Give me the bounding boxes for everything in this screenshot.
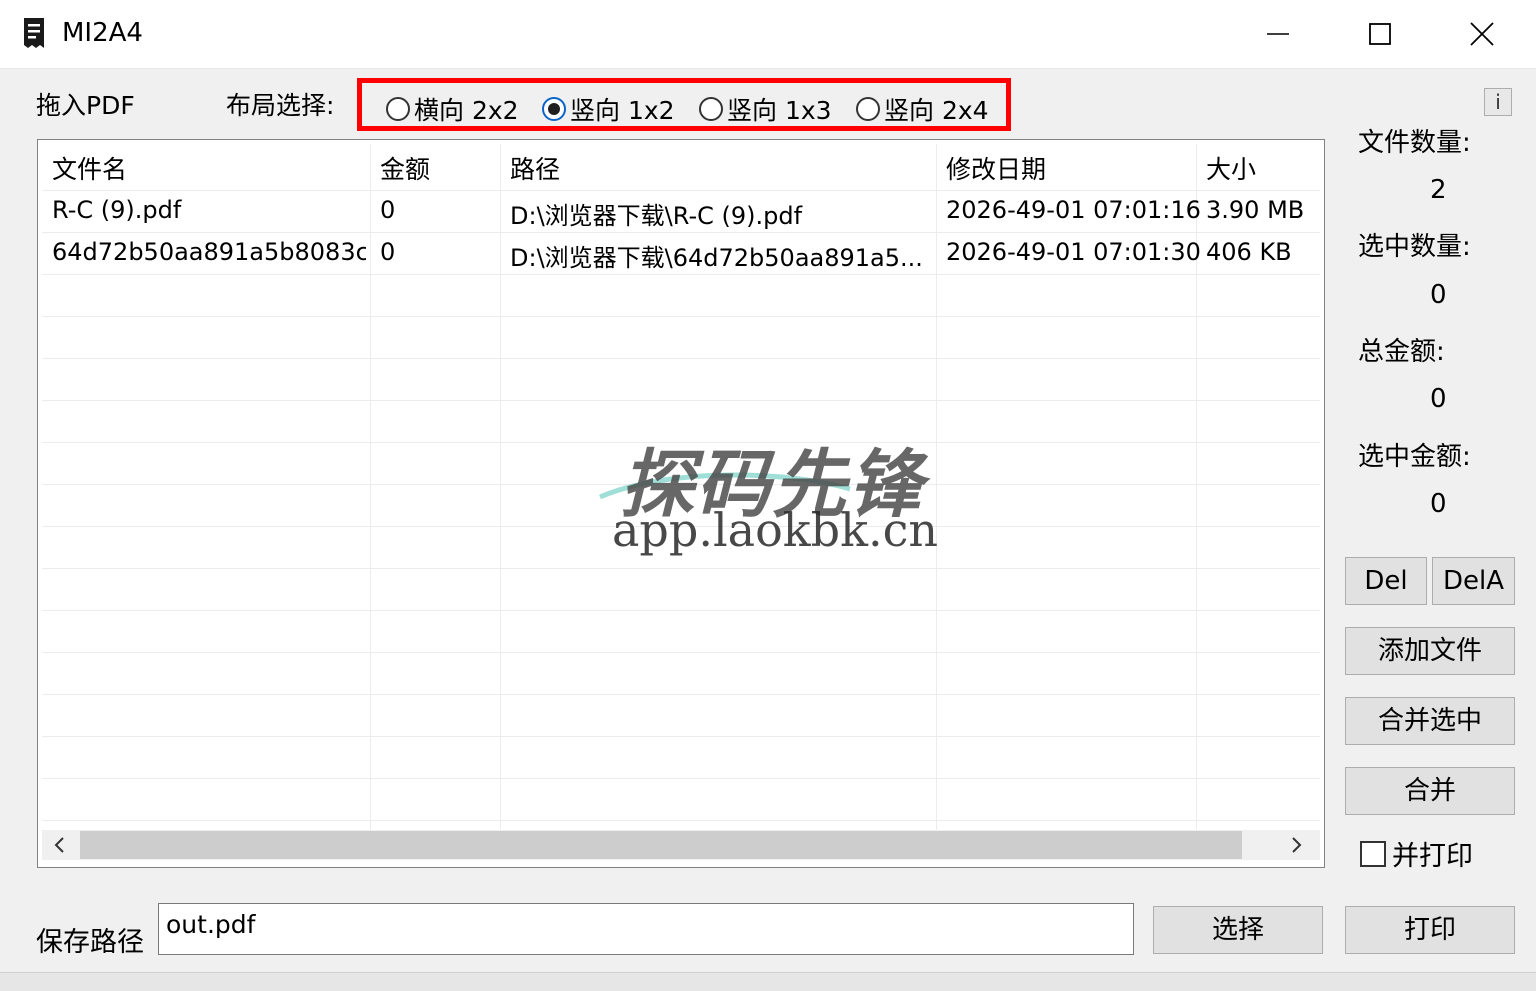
column-divider[interactable] xyxy=(370,144,371,830)
row-divider xyxy=(42,778,1320,779)
maximize-icon xyxy=(1369,23,1391,45)
row-divider xyxy=(42,652,1320,653)
cell-amount: 0 xyxy=(380,238,396,266)
row-divider xyxy=(42,610,1320,611)
radio-portrait-1x2[interactable]: 竖向 1x2 xyxy=(542,91,675,125)
watermark: 探码先锋 app.laokbk.cn xyxy=(590,425,950,565)
save-path-input[interactable]: out.pdf xyxy=(158,903,1134,955)
row-divider xyxy=(42,568,1320,569)
print-button[interactable]: 打印 xyxy=(1345,906,1515,954)
scrollbar-thumb[interactable] xyxy=(80,831,1242,859)
radio-label: 竖向 2x4 xyxy=(884,96,989,125)
info-button[interactable]: i xyxy=(1484,88,1512,116)
selected-amount-label: 选中金额: xyxy=(1358,442,1471,472)
title-bar: MI2A4 xyxy=(0,0,1536,69)
total-amount-value: 0 xyxy=(1430,384,1447,414)
row-divider xyxy=(42,316,1320,317)
radio-portrait-1x3[interactable]: 竖向 1x3 xyxy=(699,91,832,125)
checkbox-box[interactable] xyxy=(1360,840,1386,867)
cell-size: 3.90 MB xyxy=(1206,196,1305,224)
column-header-filename[interactable]: 文件名 xyxy=(52,150,127,186)
radio-indicator xyxy=(386,97,410,121)
radio-label: 横向 2x2 xyxy=(414,96,519,125)
layout-label: 布局选择: xyxy=(226,91,335,120)
horizontal-scrollbar[interactable] xyxy=(42,830,1320,860)
column-header-modified[interactable]: 修改日期 xyxy=(946,150,1046,186)
save-path-label: 保存路径 xyxy=(36,927,144,958)
radio-landscape-2x2[interactable]: 横向 2x2 xyxy=(386,91,519,125)
selected-count-value: 0 xyxy=(1430,280,1447,310)
del-button[interactable]: Del xyxy=(1345,557,1427,605)
scroll-right-icon[interactable] xyxy=(1288,836,1304,854)
delete-all-button[interactable]: DelA xyxy=(1432,557,1515,605)
radio-label: 竖向 1x2 xyxy=(570,96,675,125)
maximize-button[interactable] xyxy=(1330,0,1430,68)
radio-indicator-selected xyxy=(542,97,566,121)
add-file-button[interactable]: 添加文件 xyxy=(1345,627,1515,675)
radio-portrait-2x4[interactable]: 竖向 2x4 xyxy=(856,91,989,125)
radio-label: 竖向 1x3 xyxy=(727,96,832,125)
layout-radio-group: 横向 2x2 竖向 1x2 竖向 1x3 竖向 2x4 xyxy=(357,78,1011,131)
selected-amount-value: 0 xyxy=(1430,489,1447,519)
window-title: MI2A4 xyxy=(62,18,143,48)
cell-filename: R-C (9).pdf xyxy=(52,196,182,224)
watermark-url: app.laokbk.cn xyxy=(612,503,938,557)
row-divider xyxy=(42,274,1320,275)
row-divider xyxy=(42,358,1320,359)
merge-selected-button[interactable]: 合并选中 xyxy=(1345,697,1515,745)
merge-print-label: 并打印 xyxy=(1392,841,1473,872)
cell-modified: 2026-49-01 07:01:16 xyxy=(946,196,1201,224)
row-divider xyxy=(42,190,1320,191)
minimize-icon xyxy=(1267,33,1289,35)
column-header-path[interactable]: 路径 xyxy=(510,150,560,186)
row-divider xyxy=(42,400,1320,401)
column-header-size[interactable]: 大小 xyxy=(1206,150,1256,186)
drag-pdf-label: 拖入PDF xyxy=(36,91,135,120)
cell-path: D:\浏览器下载\R-C (9).pdf xyxy=(510,202,803,230)
app-icon xyxy=(24,18,44,48)
selected-count-label: 选中数量: xyxy=(1358,232,1471,262)
close-icon xyxy=(1470,22,1494,46)
radio-indicator xyxy=(856,97,880,121)
cell-filename: 64d72b50aa891a5b8083c... xyxy=(52,238,366,266)
column-divider[interactable] xyxy=(500,144,501,830)
file-count-value: 2 xyxy=(1430,175,1447,205)
merge-print-checkbox[interactable]: 并打印 xyxy=(1360,834,1473,873)
total-amount-label: 总金额: xyxy=(1358,337,1445,367)
scroll-left-icon[interactable] xyxy=(52,836,68,854)
status-bar xyxy=(0,972,1536,991)
choose-path-button[interactable]: 选择 xyxy=(1153,906,1323,954)
cell-path: D:\浏览器下载\64d72b50aa891a5... xyxy=(510,244,923,272)
column-header-amount[interactable]: 金额 xyxy=(380,150,430,186)
row-divider xyxy=(42,736,1320,737)
row-divider xyxy=(42,694,1320,695)
row-divider xyxy=(42,232,1320,233)
cell-modified: 2026-49-01 07:01:30 xyxy=(946,238,1201,266)
row-divider xyxy=(42,820,1320,821)
file-count-label: 文件数量: xyxy=(1358,128,1471,158)
radio-indicator xyxy=(699,97,723,121)
close-button[interactable] xyxy=(1432,0,1532,68)
minimize-button[interactable] xyxy=(1228,0,1328,68)
cell-size: 406 KB xyxy=(1206,238,1292,266)
merge-button[interactable]: 合并 xyxy=(1345,767,1515,815)
cell-amount: 0 xyxy=(380,196,396,224)
